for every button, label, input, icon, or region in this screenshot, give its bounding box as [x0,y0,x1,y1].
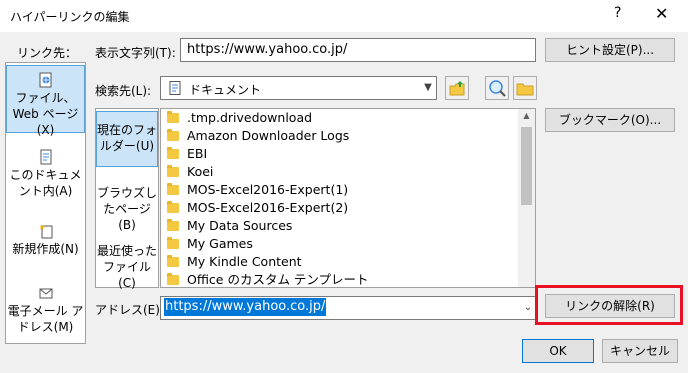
folder-icon [167,237,179,249]
list-item[interactable]: EBI [167,145,207,163]
folder-icon [516,83,534,96]
list-item[interactable]: Office のカスタム テンプレート [167,271,369,287]
screentip-button[interactable]: ヒント設定(P)... [545,38,675,62]
up-folder-button[interactable] [445,76,469,100]
address-label: アドレス(E): [95,303,164,317]
list-item[interactable]: My Kindle Content [167,253,302,271]
sidebar-item-new-document[interactable]: 新規作成(N) [6,219,85,265]
email-icon [39,288,52,299]
list-item[interactable]: My Data Sources [167,217,292,235]
link-to-label: リンク先： [17,46,78,60]
folder-icon [167,165,179,177]
browse-web-button[interactable] [485,76,509,100]
folder-icon [167,129,179,141]
folder-icon [167,111,179,123]
browse-file-button[interactable] [513,76,537,100]
display-text-input[interactable]: https://www.yahoo.co.jp/ [180,38,536,62]
sidebar-item-web-page[interactable]: ファイル、Web ページ(X) [6,65,85,137]
document-icon [40,149,51,165]
address-value: https://www.yahoo.co.jp/ [164,298,327,316]
chevron-down-icon: ▼ [424,82,432,93]
sidebar-item-label: 電子メール アドレス(M) [7,304,84,334]
cancel-button[interactable]: キャンセル [602,339,678,363]
folder-icon [167,201,179,213]
scroll-up-icon[interactable]: ▲ [518,111,535,120]
search-in-value: ドキュメント [189,83,262,97]
nav-item-browsed-pages[interactable]: ブラウズしたページ(B) [96,179,158,232]
highlight-box [535,285,683,325]
web-page-icon [39,72,51,88]
list-item[interactable]: .tmp.drivedownload [167,109,312,127]
window-title: ハイパーリンクの編集 [10,10,130,24]
search-in-label: 検索先(L): [95,84,152,98]
folder-icon [167,255,179,267]
bookmark-button[interactable]: ブックマーク(O)... [545,108,675,132]
display-text-label: 表示文字列(T): [95,46,176,60]
sidebar-item-label: このドキュメント内(A) [9,168,82,198]
sidebar-item-this-document[interactable]: このドキュメント内(A) [6,145,85,201]
new-document-icon [38,224,52,239]
close-icon[interactable]: ✕ [655,4,668,23]
list-item[interactable]: My Games [167,235,253,253]
browse-web-icon [489,80,506,97]
sidebar-item-label: ファイル、Web ページ(X) [12,91,79,137]
list-item[interactable]: MOS-Excel2016-Expert(2) [167,199,348,217]
up-folder-icon [449,81,465,96]
folder-icon [167,273,179,285]
file-list[interactable]: .tmp.drivedownload Amazon Downloader Log… [160,108,536,288]
folder-icon [167,147,179,159]
folder-icon [167,183,179,195]
help-icon[interactable]: ? [614,5,621,21]
sidebar-item-email[interactable]: 電子メール アドレス(M) [6,281,85,337]
file-list-scrollbar[interactable]: ▲ [518,109,535,287]
list-item[interactable]: Amazon Downloader Logs [167,127,349,145]
scrollbar-thumb[interactable] [521,127,532,205]
document-icon [169,81,181,95]
chevron-down-icon[interactable]: ⌄ [520,297,536,319]
list-item[interactable]: Koei [167,163,213,181]
nav-item-current-folder[interactable]: 現在のフォルダー(U) [96,111,158,167]
folder-icon [167,219,179,231]
browse-nav: 現在のフォルダー(U) ブラウズしたページ(B) 最近使ったファイル(C) [95,108,159,290]
nav-item-recent-files[interactable]: 最近使ったファイル(C) [96,237,158,290]
sidebar-item-label: 新規作成(N) [12,242,79,256]
link-to-sidebar: ファイル、Web ページ(X) このドキュメント内(A) 新規作成(N) 電子メ… [5,62,86,344]
search-in-dropdown[interactable]: ドキュメント ▼ [160,76,437,100]
list-item[interactable]: MOS-Excel2016-Expert(1) [167,181,348,199]
ok-button[interactable]: OK [522,339,594,363]
